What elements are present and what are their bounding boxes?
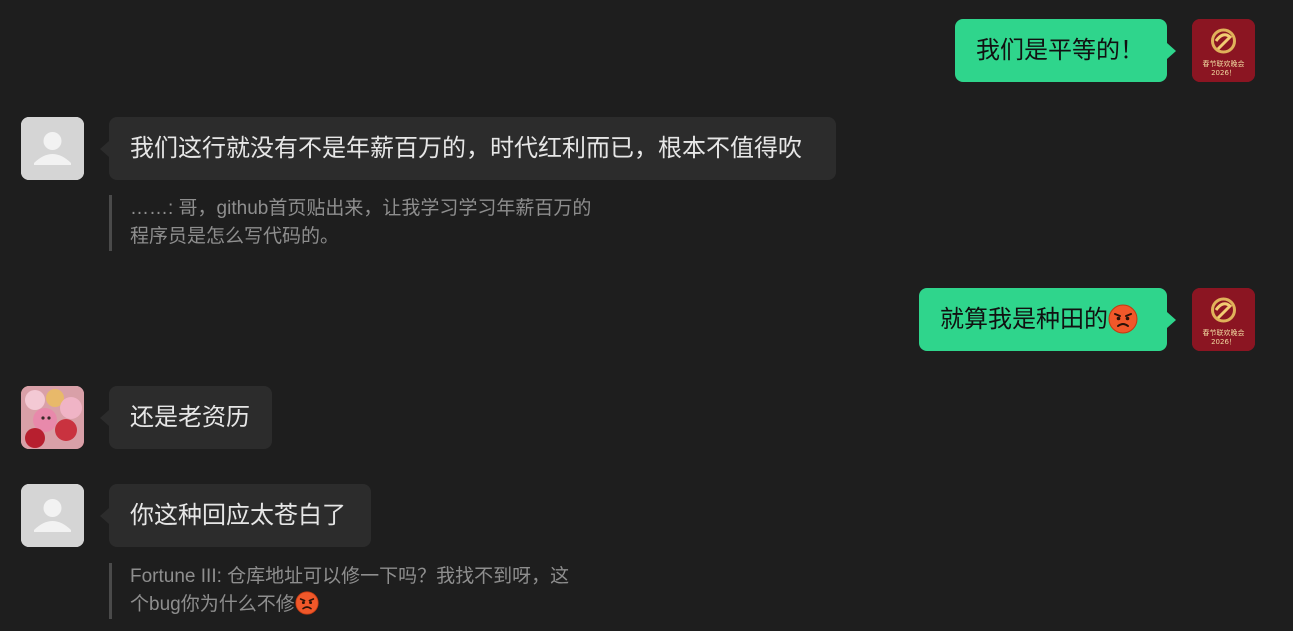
quote-line-2: 个bug你为什么不修 [130,591,649,619]
quote-line: Fortune III: 仓库地址可以修一下吗？我找不到呀，这 [130,566,570,587]
angry-face-icon [295,591,319,616]
avatar-brand-line1: 春节联欢晚会 [1203,328,1245,337]
brand-logo-icon: 春节联欢晚会 2026！ [1192,288,1255,351]
avatar-brand-line2: 2026！ [1211,338,1236,346]
default-user-icon [21,117,84,180]
brand-logo-icon: 春节联欢晚会 2026！ [1192,19,1255,82]
message-bubble[interactable]: 我们这行就没有不是年薪百万的，时代红利而已，根本不值得吹 [100,117,836,180]
message-bubble[interactable]: 你这种回应太苍白了 [100,484,371,547]
message-text: 就算我是种田的 [940,306,1108,333]
message-text: 你这种回应太苍白了 [130,502,346,529]
avatar-brand-line1: 春节联欢晚会 [1203,59,1245,68]
quote-line-text: 个bug你为什么不修 [130,594,295,615]
message-text: 我们是平等的！ [976,37,1144,64]
message-bubble[interactable]: 就算我是种田的 [919,288,1176,351]
avatar[interactable] [21,484,84,547]
avatar-brand-line2: 2026！ [1211,69,1236,77]
quoted-message[interactable]: ……: 哥，github首页贴出来，让我学习学习年薪百万的 程序员是怎么写代码的… [109,195,669,251]
photo-avatar-icon [21,386,84,449]
message-bubble[interactable]: 还是老资历 [100,386,272,449]
quote-line: ……: 哥，github首页贴出来，让我学习学习年薪百万的 [130,198,592,219]
default-user-icon [21,484,84,547]
angry-face-icon [1108,304,1138,334]
message-text: 还是老资历 [130,404,250,431]
message-text: 我们这行就没有不是年薪百万的，时代红利而已，根本不值得吹 [130,135,802,162]
chat-area[interactable]: 我们是平等的！ 春节联欢晚会 2026！ 我们这行就没有不是年薪百万的，时代红利… [0,0,1293,631]
quoted-message[interactable]: Fortune III: 仓库地址可以修一下吗？我找不到呀，这 个bug你为什么… [109,563,649,619]
avatar[interactable] [21,386,84,449]
avatar[interactable]: 春节联欢晚会 2026！ [1192,19,1255,82]
message-bubble[interactable]: 我们是平等的！ [955,19,1176,82]
quote-line: 程序员是怎么写代码的。 [130,226,340,247]
avatar[interactable] [21,117,84,180]
avatar[interactable]: 春节联欢晚会 2026！ [1192,288,1255,351]
